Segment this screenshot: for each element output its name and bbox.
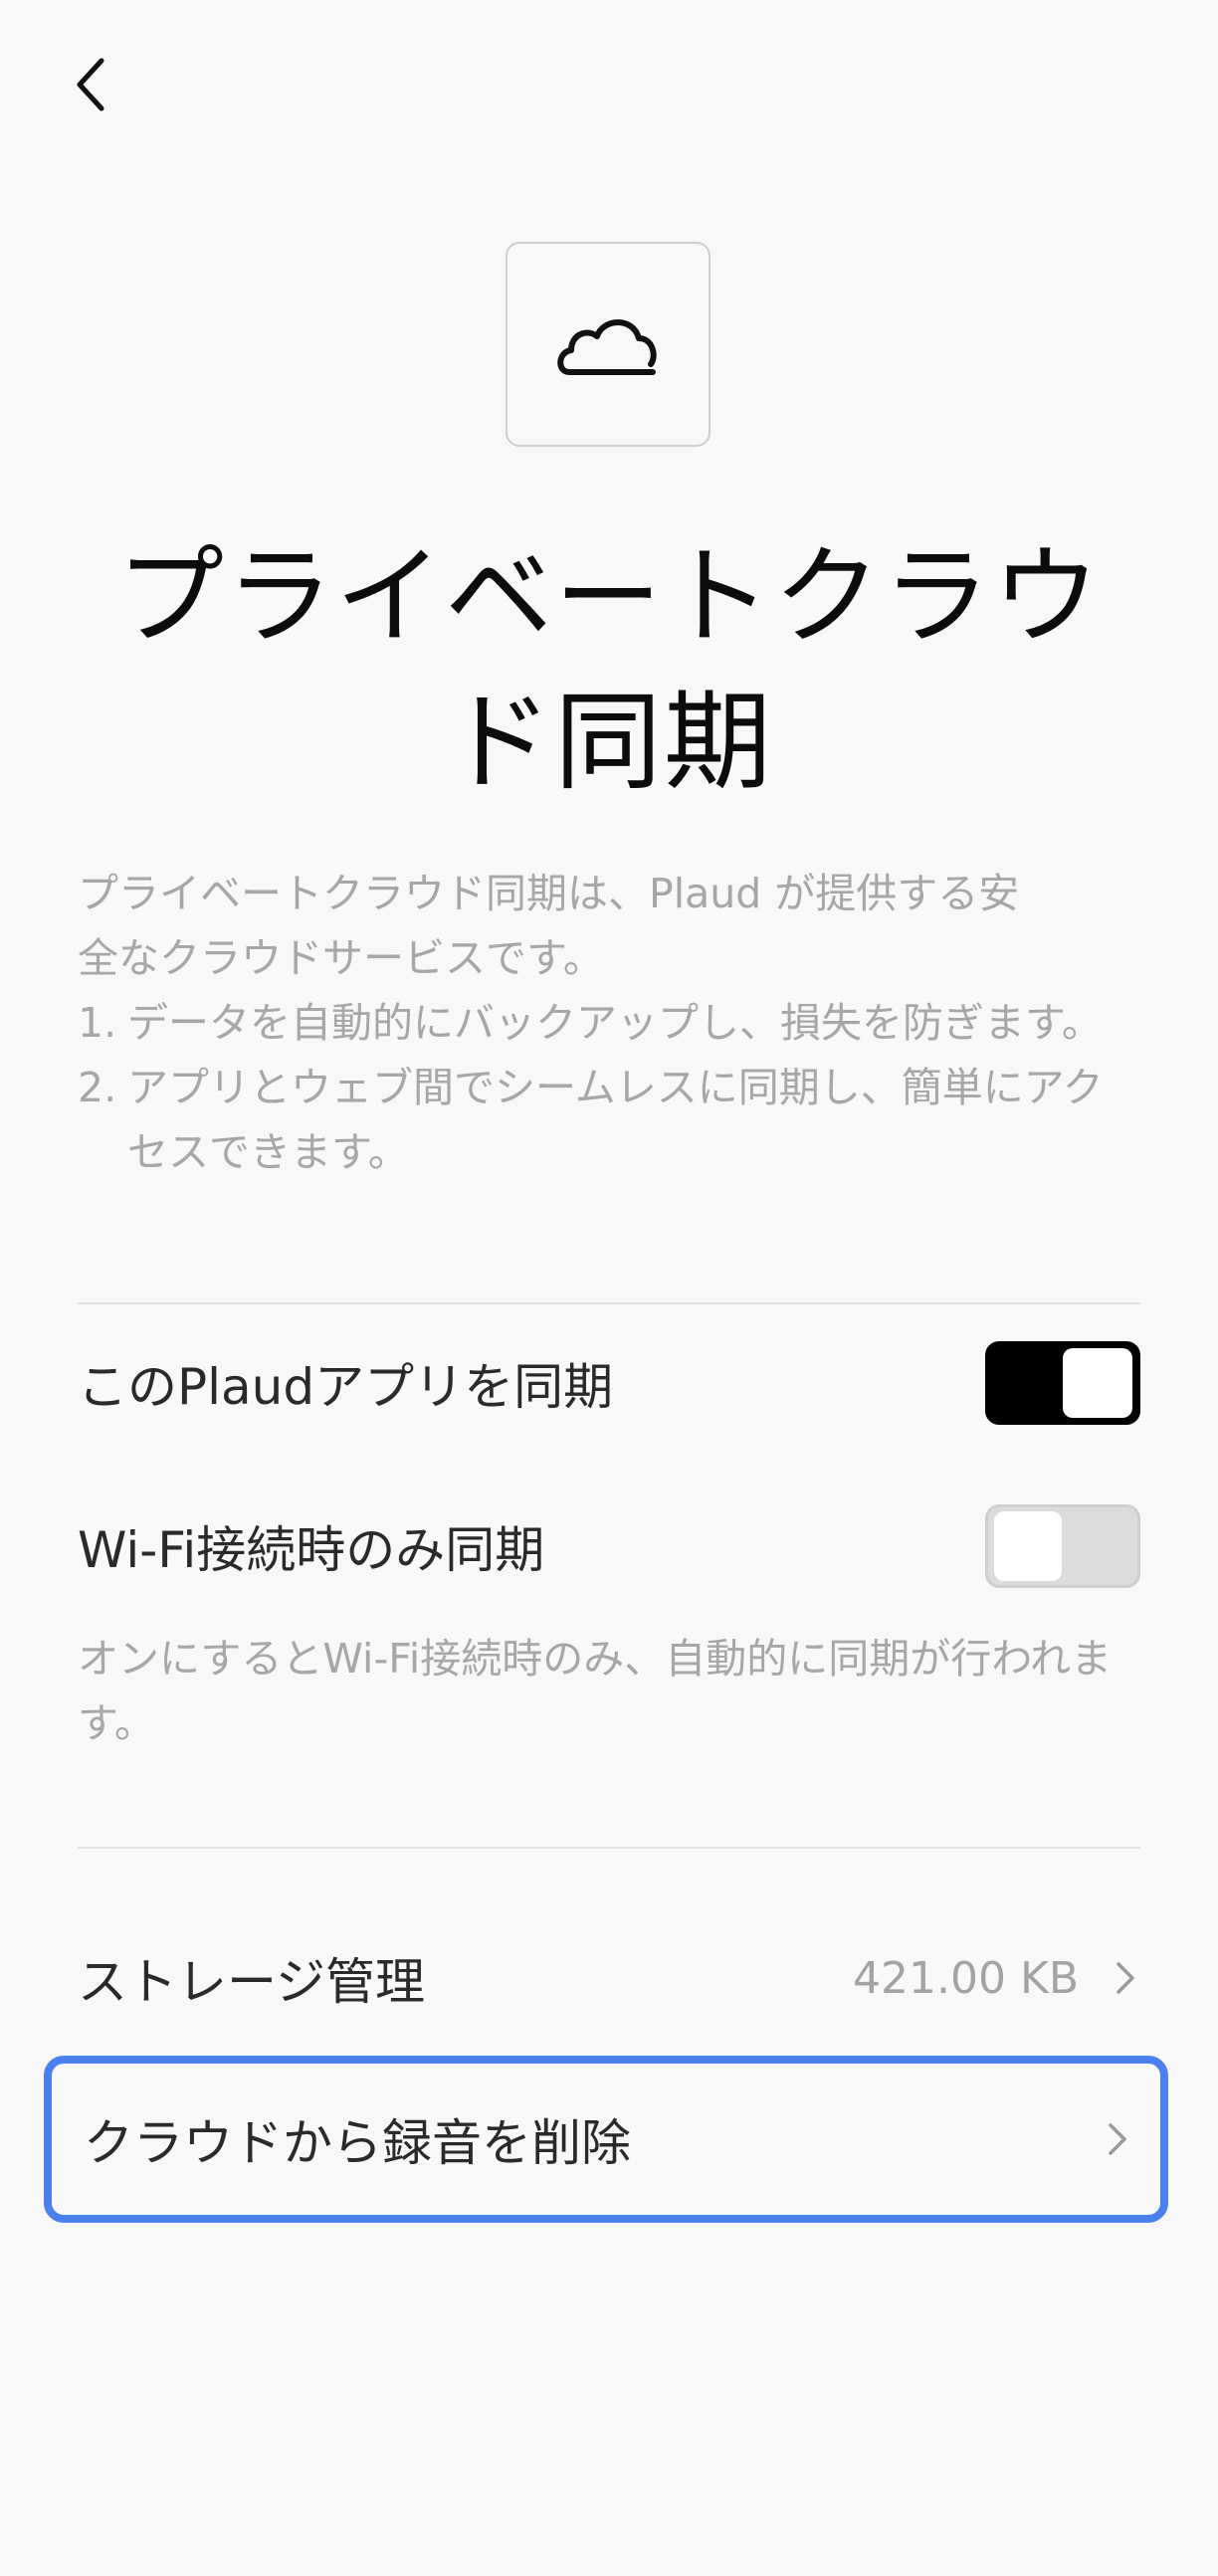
toggle-knob: [994, 1511, 1062, 1581]
cloud-icon-tile: [506, 242, 710, 447]
description-item-text: アプリとウェブ間でシームレスに同期し、簡単にアクセスできます。: [127, 1064, 1104, 1176]
sync-app-row: このPlaudアプリを同期: [78, 1341, 1140, 1425]
description-item-number: 1.: [78, 999, 117, 1047]
page-title-line2: ド同期: [444, 681, 773, 805]
private-cloud-sync-page: プライベートクラウ ド同期 プライベートクラウド同期は、Plaud が提供する安…: [0, 0, 1218, 2576]
wifi-only-note: オンにするとWi-Fi接続時のみ、自動的に同期が行われます。: [78, 1635, 1113, 1747]
back-button[interactable]: [70, 45, 149, 124]
description-item-2: 2. アプリとウェブ間でシームレスに同期し、簡単にアクセスできます。: [78, 1056, 1140, 1185]
delete-cloud-recordings-row[interactable]: クラウドから録音を削除: [44, 2056, 1168, 2223]
cloud-icon: [557, 319, 657, 375]
description: プライベートクラウド同期は、Plaud が提供する安 全なクラウドサービスです。…: [78, 862, 1140, 1185]
wifi-only-toggle[interactable]: [985, 1504, 1140, 1588]
page-title: プライベートクラウ ド同期: [60, 525, 1158, 816]
description-intro-line1: プライベートクラウド同期は、Plaud が提供する安: [78, 870, 1020, 917]
storage-right: 421.00 KB: [853, 1953, 1140, 2004]
page-title-line1: プライベートクラウ: [115, 535, 1102, 660]
description-item-1: 1. データを自動的にバックアップし、損失を防ぎます。: [78, 991, 1140, 1056]
delete-cloud-recordings-label: クラウドから録音を削除: [84, 2114, 631, 2172]
storage-management-row[interactable]: ストレージ管理 421.00 KB: [78, 1935, 1140, 2021]
sync-app-toggle[interactable]: [985, 1341, 1140, 1425]
wifi-only-label: Wi-Fi接続時のみ同期: [78, 1521, 545, 1579]
wifi-only-row: Wi-Fi接続時のみ同期: [78, 1504, 1140, 1588]
divider: [78, 1847, 1140, 1849]
storage-value: 421.00 KB: [853, 1952, 1079, 2004]
description-item-number: 2.: [78, 1064, 117, 1111]
description-intro-line2: 全なクラウドサービスです。: [78, 934, 604, 982]
toggle-knob: [1063, 1348, 1132, 1418]
sync-app-label: このPlaudアプリを同期: [78, 1358, 614, 1416]
storage-management-label: ストレージ管理: [78, 1953, 425, 2011]
chevron-right-icon: [1111, 1958, 1140, 1998]
chevron-left-icon: [77, 58, 104, 111]
divider: [78, 1302, 1140, 1304]
chevron-right-icon: [1103, 2119, 1132, 2159]
description-item-text: データを自動的にバックアップし、損失を防ぎます。: [127, 999, 1103, 1047]
